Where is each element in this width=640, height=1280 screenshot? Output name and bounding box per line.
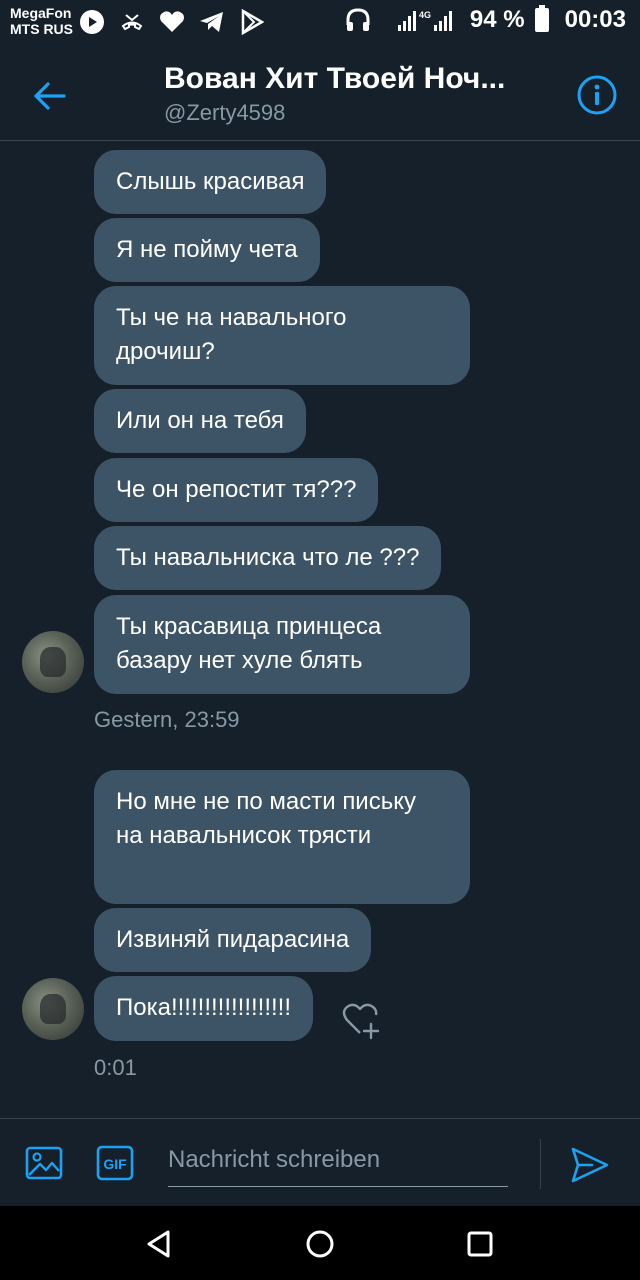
carrier-2: MTS RUS <box>10 21 73 37</box>
send-icon <box>571 1147 609 1183</box>
carrier-1: MegaFon <box>10 5 72 21</box>
headphones-icon <box>344 6 372 34</box>
battery-icon <box>534 5 549 32</box>
missed-call-icon <box>118 8 146 36</box>
message-bubble[interactable]: Но мне не по масти письку на навальнисок… <box>94 770 470 904</box>
triangle-back-icon <box>147 1230 170 1258</box>
message-timestamp: Gestern, 23:59 <box>94 707 240 732</box>
back-button[interactable] <box>28 74 72 118</box>
clock: 00:03 <box>564 6 626 33</box>
info-button[interactable] <box>576 74 618 116</box>
image-icon <box>25 1146 63 1180</box>
message-bubble[interactable]: Че он репостит тя??? <box>94 458 379 522</box>
message-list[interactable]: Слышь красивая Я не пойму чета Ты че на … <box>0 141 640 1117</box>
play-store-icon <box>238 8 266 36</box>
status-right: 4G 94 % 00:03 <box>344 5 626 34</box>
circle-home-icon <box>306 1230 334 1258</box>
status-bar: MegaFon MTS RUS 4G 94 % 00:03 <box>0 0 640 44</box>
message-bubble[interactable]: Ты че на навального дрочиш? <box>94 286 470 385</box>
like-message-button[interactable] <box>340 996 386 1042</box>
sender-avatar[interactable] <box>22 631 84 693</box>
square-recents-icon <box>467 1231 493 1257</box>
message-timestamp: 0:01 <box>94 1055 137 1080</box>
carrier-labels: MegaFon MTS RUS <box>10 5 73 37</box>
conversation-header: Вован Хит Твоей Ноч... @Zerty4598 <box>0 44 640 141</box>
gif-icon: GIF <box>96 1145 134 1181</box>
message-bubble[interactable]: Извиняй пидарасина <box>94 908 372 972</box>
title-block[interactable]: Вован Хит Твоей Ноч... @Zerty4598 <box>164 62 505 126</box>
network-type-label: 4G <box>419 10 431 20</box>
message-bubble[interactable]: Ты красавица принцеса базару нет хуле бл… <box>94 595 470 694</box>
youtube-icon <box>78 8 106 36</box>
nav-recents-button[interactable] <box>460 1224 500 1264</box>
message-bubble[interactable]: Пока!!!!!!!!!!!!!!!!!! <box>94 976 313 1041</box>
back-arrow-icon <box>34 82 66 110</box>
send-button[interactable] <box>568 1143 612 1187</box>
message-bubble[interactable]: Ты навальниска что ле ??? <box>94 526 442 590</box>
battery-percent: 94 % <box>469 6 525 33</box>
message-bubble[interactable]: Я не пойму чета <box>94 218 320 282</box>
info-icon <box>577 75 617 115</box>
telegram-icon <box>198 8 226 36</box>
notification-icons <box>78 8 266 36</box>
conversation-title: Вован Хит Твоей Ноч... <box>164 62 506 95</box>
add-image-button[interactable] <box>24 1143 64 1183</box>
message-input[interactable] <box>168 1133 508 1187</box>
sender-avatar[interactable] <box>22 978 84 1040</box>
message-bubble[interactable]: Или он на тебя <box>94 389 306 453</box>
heart-notification-icon <box>158 8 186 36</box>
gif-button[interactable]: GIF <box>96 1145 134 1181</box>
heart-plus-icon <box>342 1003 380 1040</box>
nav-back-button[interactable] <box>140 1224 180 1264</box>
nav-home-button[interactable] <box>300 1224 340 1264</box>
composer-divider <box>540 1139 541 1189</box>
gif-label: GIF <box>103 1156 127 1172</box>
conversation-handle: @Zerty4598 <box>164 100 286 125</box>
message-bubble[interactable]: Слышь красивая <box>94 150 327 214</box>
signal-icon: 4G <box>396 6 460 34</box>
system-nav-bar <box>0 1206 640 1280</box>
message-composer: GIF <box>0 1118 640 1207</box>
